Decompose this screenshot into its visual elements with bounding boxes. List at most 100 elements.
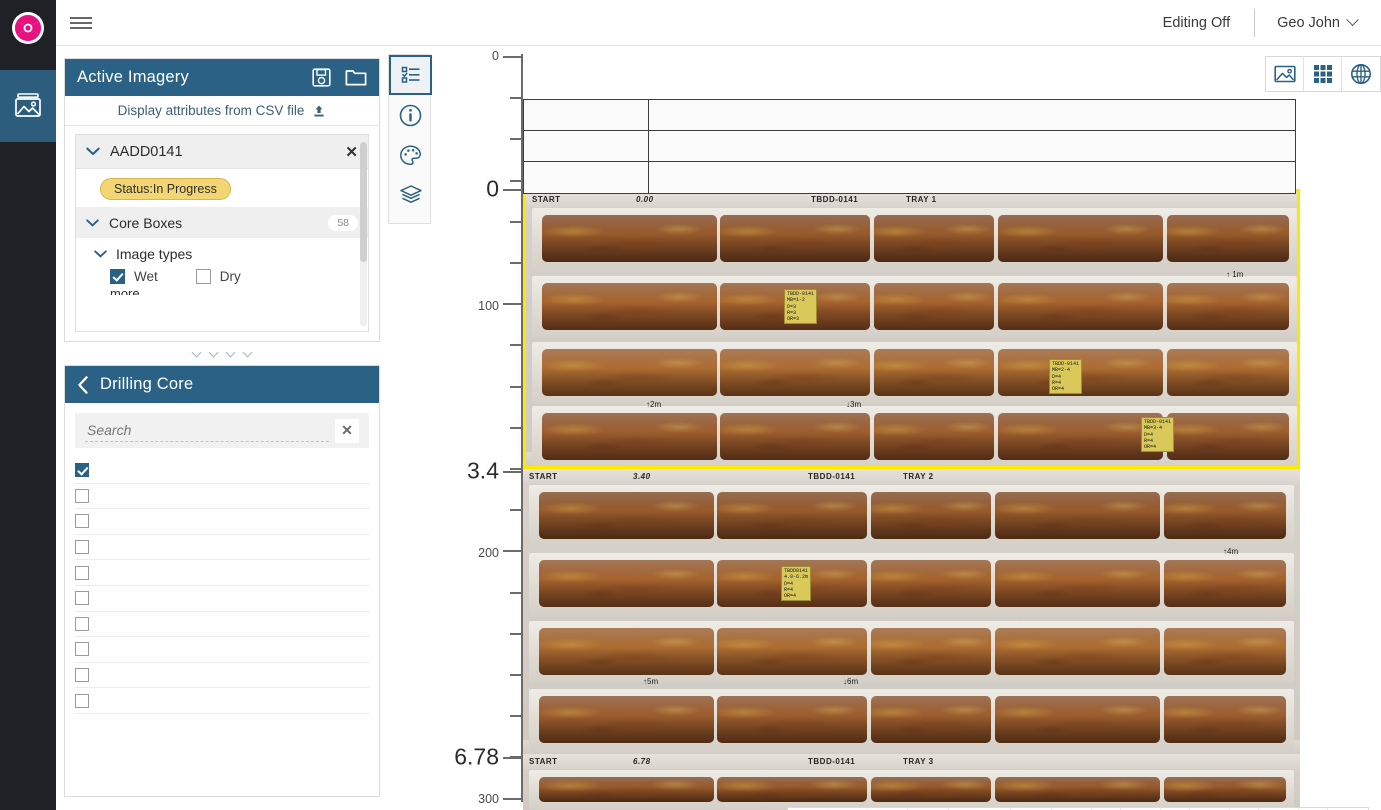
display-attributes-csv-button[interactable]: Display attributes from CSV file bbox=[65, 96, 379, 126]
globe-view-button[interactable] bbox=[1342, 57, 1380, 91]
drilling-core-search-bar: ✕ bbox=[75, 413, 369, 448]
core-row-checkbox[interactable] bbox=[75, 540, 89, 554]
collection-row[interactable]: AADD0141 ✕ bbox=[76, 135, 368, 169]
close-icon[interactable]: ✕ bbox=[345, 143, 358, 161]
core-row-checkbox[interactable] bbox=[75, 668, 89, 682]
core-segment bbox=[1167, 413, 1289, 460]
core-segment bbox=[1164, 777, 1286, 802]
clear-search-button[interactable]: ✕ bbox=[335, 419, 359, 443]
core-list-row[interactable] bbox=[75, 560, 369, 586]
hamburger-menu-button[interactable] bbox=[56, 14, 106, 32]
core-segment bbox=[995, 492, 1160, 539]
core-segment bbox=[1164, 696, 1286, 743]
tool-layers-button[interactable] bbox=[389, 175, 432, 215]
core-segment bbox=[874, 283, 994, 330]
globe-icon bbox=[1350, 63, 1372, 85]
core-segment bbox=[720, 413, 870, 460]
core-segment bbox=[995, 560, 1160, 607]
active-imagery-tree: AADD0141 ✕ Status:In Progress Core Boxes… bbox=[75, 134, 369, 332]
core-list-row[interactable] bbox=[75, 509, 369, 535]
rail-item-imagery[interactable] bbox=[0, 70, 56, 142]
image-type-checkbox-row: Wet Dry bbox=[76, 262, 368, 284]
imagery-viewer: 0 100 200 300 0 3.4 6.78 bbox=[388, 46, 1381, 810]
folder-icon[interactable] bbox=[345, 68, 367, 87]
left-panel-column: Active Imagery bbox=[56, 46, 388, 810]
core-segment bbox=[539, 628, 714, 675]
chevron-left-icon[interactable] bbox=[77, 376, 89, 394]
layers-icon bbox=[399, 184, 423, 206]
scrollbar-thumb[interactable] bbox=[360, 142, 367, 262]
core-box-image[interactable]: START6.78TBDD-0141TRAY 3 bbox=[523, 754, 1300, 810]
box-hole-id: TBDD-0141 bbox=[811, 195, 858, 204]
core-segment bbox=[542, 283, 717, 330]
core-row-checkbox[interactable] bbox=[75, 694, 89, 708]
core-segment bbox=[871, 696, 991, 743]
core-row-checkbox[interactable] bbox=[75, 591, 89, 605]
wet-checkbox[interactable] bbox=[110, 269, 125, 284]
more-link[interactable]: more bbox=[76, 286, 368, 295]
app-rail bbox=[0, 0, 56, 810]
metadata-row bbox=[524, 162, 1295, 193]
chevron-down-icon bbox=[243, 347, 253, 357]
tool-info-button[interactable] bbox=[389, 95, 432, 135]
core-list-row[interactable] bbox=[75, 612, 369, 638]
core-segment bbox=[995, 777, 1160, 802]
core-segment bbox=[995, 628, 1160, 675]
chevron-down-icon bbox=[192, 347, 202, 357]
active-imagery-scrollbar[interactable] bbox=[360, 138, 367, 326]
image-canvas[interactable]: START0.00TBDD-0141TRAY 13.40END↑ 1m↑2m↓3… bbox=[523, 46, 1381, 810]
core-segment bbox=[1164, 492, 1286, 539]
core-list-row[interactable] bbox=[75, 484, 369, 510]
core-list-row[interactable] bbox=[75, 458, 369, 484]
core-segment bbox=[542, 413, 717, 460]
user-menu[interactable]: Geo John bbox=[1255, 15, 1381, 31]
image-types-row[interactable]: Image types bbox=[76, 238, 368, 262]
core-row-checkbox[interactable] bbox=[75, 642, 89, 656]
core-row-checkbox[interactable] bbox=[75, 617, 89, 631]
core-depth-mark: ↑4m bbox=[1223, 547, 1238, 556]
ruler-tick bbox=[510, 468, 523, 470]
core-depth-mark: ↑5m bbox=[643, 677, 658, 686]
core-tray bbox=[529, 689, 1294, 751]
core-segment bbox=[874, 413, 994, 460]
core-row-checkbox[interactable] bbox=[75, 566, 89, 580]
core-segment bbox=[871, 777, 991, 802]
core-row-checkbox[interactable] bbox=[75, 463, 89, 477]
core-boxes-group-row[interactable]: Core Boxes 58 bbox=[76, 207, 368, 238]
metadata-value bbox=[649, 100, 662, 130]
core-box-image[interactable]: START0.00TBDD-0141TRAY 13.40END↑ 1m↑2m↓3… bbox=[523, 189, 1300, 469]
ruler-depth-tick bbox=[503, 757, 523, 759]
core-segment bbox=[871, 492, 991, 539]
box-hole-id: TBDD-0141 bbox=[808, 472, 855, 481]
ruler-tick bbox=[510, 138, 523, 140]
core-list-row[interactable] bbox=[75, 535, 369, 561]
active-imagery-actions bbox=[312, 68, 367, 87]
search-input[interactable] bbox=[85, 420, 329, 442]
core-tray bbox=[532, 406, 1297, 468]
tool-attributes-button[interactable] bbox=[389, 55, 432, 95]
drilling-core-title: Drilling Core bbox=[100, 375, 367, 394]
core-segment bbox=[539, 777, 714, 802]
grid-view-button[interactable] bbox=[1304, 57, 1342, 91]
core-list-row[interactable] bbox=[75, 637, 369, 663]
chevron-down-icon bbox=[86, 147, 100, 156]
core-segment bbox=[717, 492, 867, 539]
core-box-image[interactable]: START3.40TBDD-0141TRAY 26.78END↑4m↑5m↓6m… bbox=[523, 469, 1300, 754]
panel-resize-handle[interactable] bbox=[64, 344, 380, 360]
core-row-checkbox[interactable] bbox=[75, 489, 89, 503]
core-row-checkbox[interactable] bbox=[75, 514, 89, 528]
core-list-row[interactable] bbox=[75, 663, 369, 689]
core-depth-mark: ↓3m bbox=[846, 400, 861, 409]
save-disk-icon[interactable] bbox=[312, 68, 331, 87]
core-list-row[interactable] bbox=[75, 688, 369, 714]
dry-checkbox[interactable] bbox=[196, 269, 211, 284]
core-list-row[interactable] bbox=[75, 586, 369, 612]
grid-view-icon bbox=[1313, 64, 1333, 84]
core-segment bbox=[542, 349, 717, 396]
ruler-tick bbox=[510, 97, 523, 99]
editing-status-toggle[interactable]: Editing Off bbox=[1163, 15, 1254, 31]
upload-icon bbox=[312, 104, 326, 118]
app-logo[interactable] bbox=[0, 0, 56, 56]
tool-palette-button[interactable] bbox=[389, 135, 432, 175]
image-view-button[interactable] bbox=[1266, 57, 1304, 91]
